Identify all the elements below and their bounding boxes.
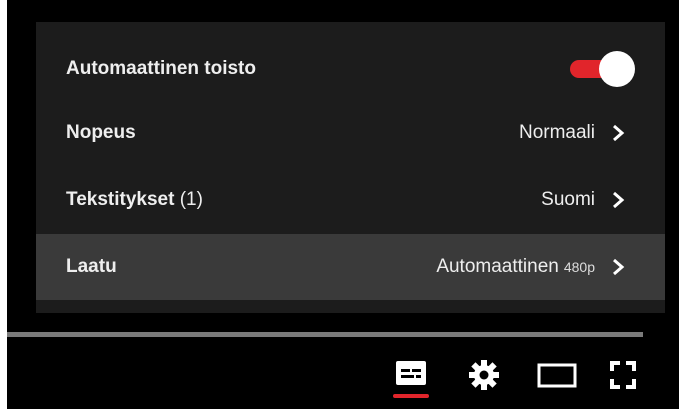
- subtitles-active-indicator: [393, 394, 429, 398]
- subtitles-value: Suomi: [541, 189, 595, 211]
- quality-value-text: Automaattinen: [436, 256, 559, 277]
- theater-mode-icon[interactable]: [535, 358, 579, 392]
- quality-resolution: 480p: [563, 259, 595, 275]
- speed-label: Nopeus: [66, 122, 136, 143]
- subtitles-label-text: Tekstitykset: [66, 189, 175, 210]
- autoplay-row[interactable]: Automaattinen toisto: [36, 38, 665, 100]
- autoplay-toggle[interactable]: [565, 51, 635, 87]
- quality-label: Laatu: [66, 256, 117, 277]
- subtitles-row[interactable]: Tekstitykset (1) Suomi: [36, 169, 665, 231]
- subtitles-label: Tekstitykset (1): [66, 189, 541, 211]
- chevron-right-icon: [613, 124, 625, 142]
- fullscreen-icon[interactable]: [605, 358, 641, 392]
- quality-row[interactable]: Laatu Automaattinen 480p: [36, 234, 665, 300]
- gear-icon[interactable]: [467, 358, 501, 392]
- speed-row[interactable]: Nopeus Normaali: [36, 102, 665, 164]
- chevron-right-icon: [613, 258, 625, 276]
- autoplay-label: Automaattinen toisto: [66, 58, 256, 79]
- progress-bar[interactable]: [7, 332, 643, 337]
- speed-value-text: Normaali: [518, 122, 595, 143]
- subtitles-value-text: Suomi: [541, 189, 595, 210]
- toggle-knob: [599, 51, 635, 87]
- chevron-right-icon: [613, 191, 625, 209]
- settings-menu: Automaattinen toisto Nopeus Normaali Tek…: [36, 22, 665, 313]
- speed-value: Normaali: [519, 122, 595, 144]
- subtitles-icon[interactable]: [393, 358, 429, 388]
- subtitles-count: (1): [179, 189, 203, 210]
- quality-value: Automaattinen 480p: [436, 256, 595, 278]
